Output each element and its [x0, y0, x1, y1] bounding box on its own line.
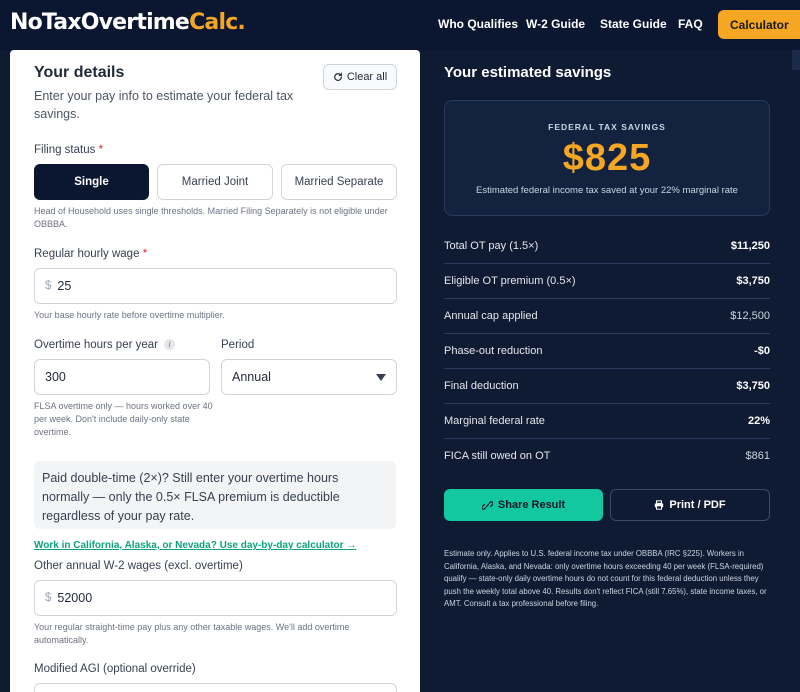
site-logo[interactable]: NoTaxOvertimeCalc. [10, 10, 246, 35]
result-row: Total OT pay (1.5×) $11,250 [444, 229, 770, 264]
nav-faq[interactable]: FAQ [678, 17, 703, 31]
hourly-wage-input[interactable]: $ 25 [34, 268, 397, 304]
result-row: Final deduction $3,750 [444, 369, 770, 404]
magi-input[interactable] [34, 683, 397, 692]
printer-icon [655, 500, 664, 510]
nav-w2-guide[interactable]: W-2 Guide [526, 17, 585, 31]
clear-all-label: Clear all [346, 71, 388, 83]
result-row: Annual cap applied $12,500 [444, 299, 770, 334]
scrollbar[interactable] [792, 50, 800, 70]
results-title: Your estimated savings [444, 64, 612, 81]
ot-hours-label: Overtime hours per year i [34, 339, 175, 351]
filing-single-option[interactable]: Single [34, 164, 149, 200]
result-row: Marginal federal rate 22% [444, 404, 770, 439]
hourly-wage-label: Regular hourly wage * [34, 248, 148, 260]
nav-state-guide[interactable]: State Guide [600, 17, 667, 31]
calculator-button[interactable]: Calculator [718, 10, 800, 39]
share-result-label: Share Result [497, 499, 566, 511]
info-icon[interactable]: i [164, 339, 175, 351]
state-calculator-link[interactable]: Work in California, Alaska, or Nevada? U… [34, 540, 356, 551]
result-row: Eligible OT premium (0.5×) $3,750 [444, 264, 770, 299]
period-value: Annual [232, 370, 271, 384]
clear-all-button[interactable]: Clear all [323, 64, 397, 90]
logo-accent: Calc. [189, 10, 246, 35]
savings-description: Estimated federal income tax saved at yo… [476, 185, 738, 196]
ot-hours-value: 300 [45, 370, 66, 384]
result-row: Phase-out reduction -$0 [444, 334, 770, 369]
magi-label: Modified AGI (optional override) [34, 663, 196, 675]
print-pdf-label: Print / PDF [669, 499, 726, 511]
filing-married-separate-option[interactable]: Married Separate [281, 164, 397, 200]
currency-prefix: $ [45, 592, 52, 604]
form-subtitle: Enter your pay info to estimate your fed… [34, 89, 294, 121]
link-icon [481, 500, 493, 510]
ot-hours-input[interactable]: 300 [34, 359, 210, 395]
other-wages-value: 52000 [57, 591, 93, 605]
hourly-wage-value: 25 [57, 279, 72, 293]
result-row: FICA still owed on OT $861 [444, 450, 770, 462]
savings-card: FEDERAL TAX SAVINGS $825 Estimated feder… [444, 100, 770, 216]
filing-married-joint-option[interactable]: Married Joint [157, 164, 273, 200]
top-navbar: NoTaxOvertimeCalc. Who Qualifies W-2 Gui… [0, 0, 800, 50]
chevron-down-icon [376, 374, 386, 381]
hourly-wage-help: Your base hourly rate before overtime mu… [34, 310, 225, 320]
other-wages-input[interactable]: $ 52000 [34, 580, 397, 616]
savings-amount: $825 [562, 137, 652, 179]
period-label: Period [221, 339, 255, 351]
period-select[interactable]: Annual [221, 359, 397, 395]
other-wages-help: Your regular straight-time pay plus any … [34, 622, 350, 645]
details-form-panel: Your details Enter your pay info to esti… [10, 50, 420, 692]
currency-prefix: $ [45, 280, 52, 292]
double-time-note: Paid double-time (2×)? Still enter your … [34, 461, 396, 529]
savings-label: FEDERAL TAX SAVINGS [548, 122, 666, 132]
filing-status-label: Filing status * [34, 144, 104, 156]
form-title: Your details [34, 64, 125, 81]
other-wages-label: Other annual W-2 wages (excl. overtime) [34, 560, 243, 572]
nav-who-qualifies[interactable]: Who Qualifies [438, 17, 518, 31]
print-pdf-button[interactable]: Print / PDF [610, 489, 770, 521]
disclaimer-text: Estimate only. Applies to U.S. federal i… [444, 549, 767, 608]
refresh-icon [333, 72, 342, 81]
share-result-button[interactable]: Share Result [444, 489, 603, 521]
ot-hours-help: FLSA overtime only — hours worked over 4… [34, 401, 213, 437]
filing-status-help: Head of Household uses single thresholds… [34, 206, 388, 229]
logo-main: NoTaxOvertime [10, 10, 190, 35]
